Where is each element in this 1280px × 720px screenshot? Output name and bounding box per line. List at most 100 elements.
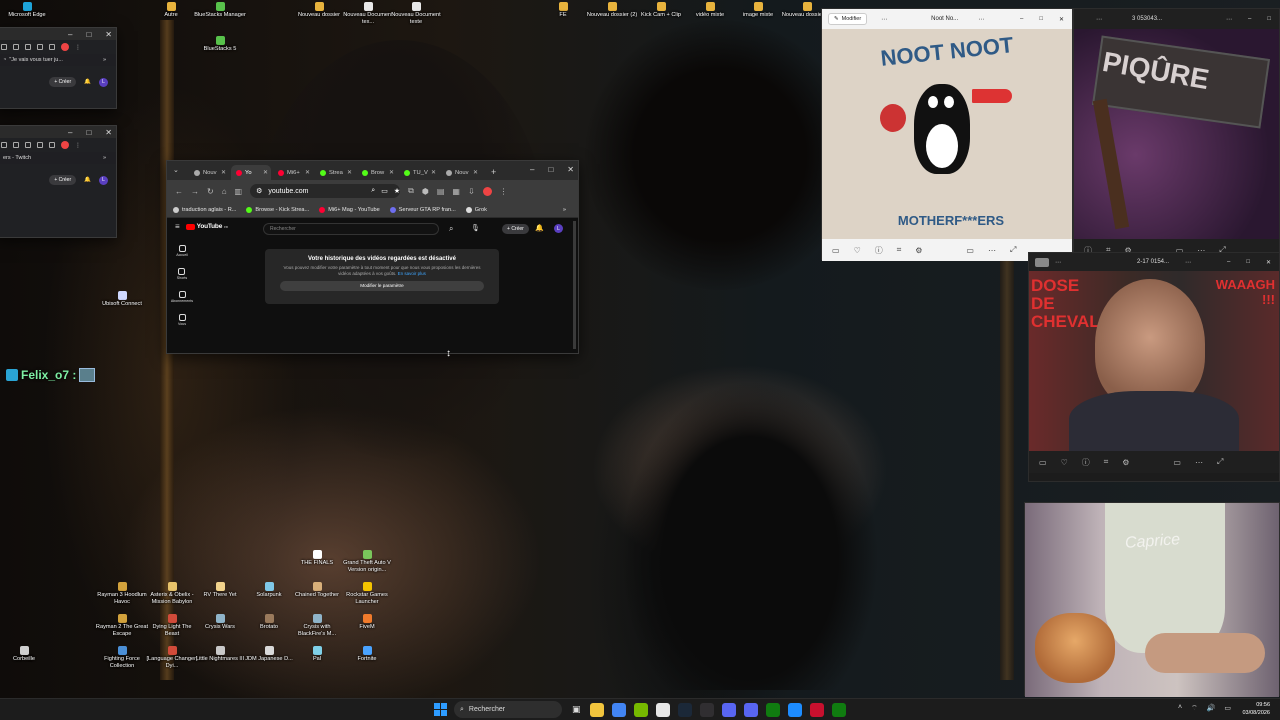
toolbar-icon[interactable] xyxy=(1,142,7,148)
volume-icon[interactable]: 🔊 xyxy=(1207,704,1216,713)
game-shortcut[interactable]: Fortnite xyxy=(340,646,394,663)
desktop-shortcut[interactable]: Corbeille xyxy=(0,646,51,663)
game-icon[interactable] xyxy=(810,703,824,717)
chevron-right-icon[interactable]: » xyxy=(103,57,106,63)
bookmark-item[interactable]: Mi6+ Mag - YouTube xyxy=(319,206,380,213)
photos-window-cat[interactable]: Caprice xyxy=(1024,502,1280,697)
steam-icon[interactable] xyxy=(678,703,692,717)
ellipsis-icon[interactable]: ⋯ xyxy=(1055,259,1061,266)
close-icon[interactable]: ✕ xyxy=(105,30,112,39)
ellipsis-icon[interactable]: ⋯ xyxy=(988,246,996,255)
game-shortcut[interactable]: FiveM xyxy=(340,614,394,631)
heart-icon[interactable]: ♡ xyxy=(1061,458,1068,467)
search-icon[interactable]: ⌕ xyxy=(371,187,375,195)
chevron-right-icon[interactable]: » xyxy=(103,155,106,161)
youtube-nav-item[interactable]: Vous xyxy=(178,314,186,326)
close-icon[interactable]: ✕ xyxy=(105,128,112,137)
maximize-icon[interactable]: □ xyxy=(1039,16,1043,23)
battery-icon[interactable]: ▭ xyxy=(1224,704,1231,713)
minimize-icon[interactable]: – xyxy=(1020,16,1023,23)
minimize-icon[interactable]: – xyxy=(1227,259,1230,266)
ellipsis-icon[interactable]: ⋯ xyxy=(1195,458,1203,467)
toolbar-icon[interactable] xyxy=(1,44,7,50)
game-shortcut[interactable]: [Language Changer] Dyi... xyxy=(145,646,199,669)
desktop-shortcut[interactable]: Autre xyxy=(144,2,198,19)
game-shortcut[interactable]: Dying Light The Beast xyxy=(145,614,199,637)
chrome-window[interactable]: ⌄ Nouv ✕ Yo ✕ Mi6+ ✕ Strea ✕ Brow ✕ TU_V ✕ Nouv ✕ + –… xyxy=(166,160,579,354)
close-tab-icon[interactable]: ✕ xyxy=(263,169,268,176)
twitch-popout-window-2[interactable]: – □ ✕ ⋮ ers - Twitch » + Créer 🔔 L xyxy=(0,125,117,238)
game-shortcut[interactable]: Chained Together xyxy=(290,582,344,599)
maximize-icon[interactable]: □ xyxy=(86,30,91,39)
toolbar-icon[interactable] xyxy=(13,44,19,50)
file-explorer-icon[interactable] xyxy=(590,703,604,717)
browser-tab[interactable]: Brow ✕ xyxy=(357,165,397,180)
minimize-icon[interactable]: – xyxy=(1248,16,1251,23)
task-view-icon[interactable]: ▣ xyxy=(572,704,581,715)
bell-icon[interactable]: 🔔 xyxy=(84,79,91,85)
fullscreen-icon[interactable]: ▭ xyxy=(1173,458,1181,467)
browser-tab[interactable]: TU_V ✕ xyxy=(399,165,439,180)
sidebar-icon[interactable]: ▥ xyxy=(235,187,243,196)
game-shortcut[interactable]: Rayman 3 Hoodlum Havoc xyxy=(95,582,149,605)
bookmark-item[interactable]: Browse - Kick Strea... xyxy=(246,206,309,213)
game-shortcut[interactable]: Rayman 2 The Great Escape xyxy=(95,614,149,637)
crop-icon[interactable]: ⌗ xyxy=(1104,457,1109,467)
edit-button[interactable]: ✎ Modifier xyxy=(828,13,868,25)
notepad-icon[interactable] xyxy=(656,703,670,717)
crop-icon[interactable]: ⌗ xyxy=(897,245,902,255)
ellipsis-icon[interactable]: ⋯ xyxy=(881,16,887,23)
chrome-icon[interactable] xyxy=(612,703,626,717)
filmstrip-icon[interactable]: ▭ xyxy=(1039,458,1047,467)
browser-tab[interactable]: Nouv ✕ xyxy=(441,165,481,180)
close-tab-icon[interactable]: ✕ xyxy=(473,169,478,176)
xbox-icon[interactable] xyxy=(766,703,780,717)
maximize-icon[interactable]: □ xyxy=(548,165,553,174)
ellipsis-icon[interactable]: ⋯ xyxy=(978,16,984,23)
maximize-icon[interactable]: □ xyxy=(1246,259,1250,266)
close-tab-icon[interactable]: ✕ xyxy=(347,169,352,176)
toolbar-icon[interactable] xyxy=(37,142,43,148)
obs-icon[interactable] xyxy=(700,703,714,717)
nvidia-icon[interactable] xyxy=(634,703,648,717)
extensions-icon[interactable]: ⧉ xyxy=(408,186,414,196)
new-tab-button[interactable]: + xyxy=(491,167,496,177)
youtube-search-input[interactable]: Rechercher xyxy=(263,223,439,235)
toolbar-icon[interactable] xyxy=(49,44,55,50)
address-bar[interactable]: ⚙ youtube.com ⌕ ▭ ★ xyxy=(250,184,401,198)
bell-icon[interactable]: 🔔 xyxy=(84,177,91,183)
toolbar-icon[interactable] xyxy=(13,142,19,148)
star-icon[interactable]: ★ xyxy=(394,187,400,195)
profile-icon[interactable] xyxy=(61,141,69,149)
reload-icon[interactable]: ↻ xyxy=(207,187,214,196)
wifi-icon[interactable]: ⌔ xyxy=(1191,704,1198,713)
bookmark-item[interactable]: Grok xyxy=(465,206,487,213)
maximize-icon[interactable]: □ xyxy=(86,128,91,137)
bookmarks-overflow-icon[interactable]: » xyxy=(563,207,566,213)
avatar[interactable]: L xyxy=(99,175,108,185)
desktop-shortcut[interactable]: Ubisoft Connect xyxy=(95,291,149,308)
toolbar-icon[interactable] xyxy=(25,142,31,148)
chevron-up-icon[interactable]: ˄ xyxy=(1178,704,1182,713)
twitch-popout-window-1[interactable]: – □ ✕ ⋮ ◔ "Je vais vous tuer ju... » + Cré… xyxy=(0,27,117,109)
info-icon[interactable]: ⓘ xyxy=(875,245,883,256)
desktop-shortcut[interactable]: Nouveau dossier (2) xyxy=(585,2,639,19)
toolbar-icon[interactable] xyxy=(25,44,31,50)
info-icon[interactable]: ⓘ xyxy=(1082,457,1090,468)
window-titlebar[interactable]: ⋯ 2-17 0154... ⋯ – □ ✕ xyxy=(1029,253,1279,271)
fullscreen-icon[interactable]: ▭ xyxy=(966,246,974,255)
desktop-shortcut[interactable]: image mixte xyxy=(731,2,785,19)
xbox-app-icon[interactable] xyxy=(832,703,846,717)
maximize-icon[interactable]: □ xyxy=(1267,16,1271,23)
close-tab-icon[interactable]: ✕ xyxy=(305,169,310,176)
download-icon[interactable]: ⇩ xyxy=(468,187,475,196)
browser-tab[interactable]: Mi6+ ✕ xyxy=(273,165,313,180)
window-titlebar[interactable]: – □ ✕ xyxy=(0,126,116,138)
search-icon[interactable]: ⌕ xyxy=(449,224,453,234)
cast-icon[interactable]: ▭ xyxy=(381,187,388,195)
youtube-logo[interactable]: YouTube FR xyxy=(185,223,228,230)
menu-icon[interactable]: ⋮ xyxy=(75,44,81,51)
photos-window-noot[interactable]: ✎ Modifier ⋯ Noot No... ⋯ – □ ✕ NOOT NOOT M… xyxy=(821,8,1073,261)
browser-tab[interactable]: Strea ✕ xyxy=(315,165,355,180)
microphone-icon[interactable]: 🎙 xyxy=(471,224,480,232)
